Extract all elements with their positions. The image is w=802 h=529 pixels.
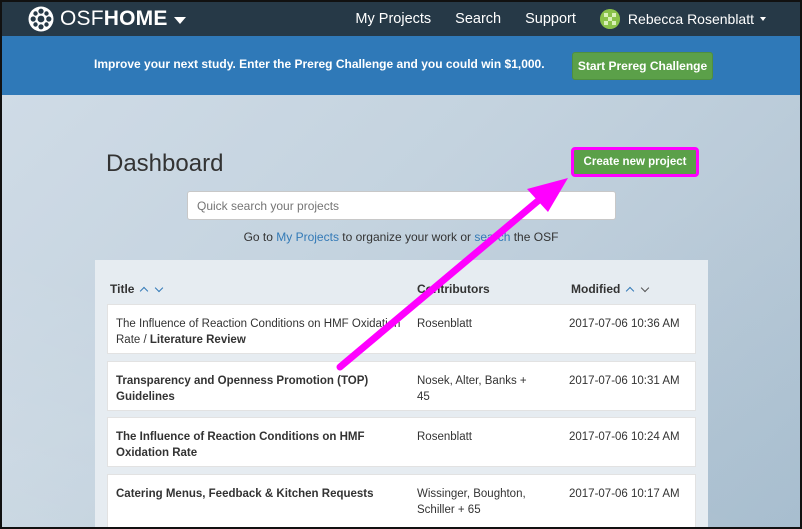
project-modified: 2017-07-06 10:31 AM: [569, 375, 680, 387]
table-row[interactable]: Transparency and Openness Promotion (TOP…: [107, 361, 696, 411]
table-row[interactable]: Catering Menus, Feedback & Kitchen Reque…: [107, 474, 696, 527]
header-contributors: Contributors: [417, 282, 490, 296]
prereg-banner: Improve your next study. Enter the Prere…: [2, 36, 800, 95]
projects-table: Title Contributors Modified The Influenc…: [95, 260, 708, 527]
quick-search-input[interactable]: [187, 191, 616, 220]
header-title: Title: [110, 282, 164, 296]
project-contributors: Wissinger, Boughton, Schiller + 65: [417, 488, 526, 516]
project-contributors: Rosenblatt: [417, 318, 472, 330]
dashboard-main: Dashboard Create new project Go to My Pr…: [2, 95, 800, 527]
sort-ascending-icon[interactable]: [140, 286, 149, 295]
project-title: Catering Menus, Feedback & Kitchen Reque…: [116, 488, 374, 500]
goto-middle: to organize your work or: [338, 230, 475, 244]
browser-frame: OSFHOME My Projects Search Support Rebec…: [0, 0, 802, 529]
sort-ascending-icon[interactable]: [626, 286, 635, 295]
goto-suffix: the OSF: [510, 230, 559, 244]
table-row[interactable]: The Influence of Reaction Conditions on …: [107, 304, 696, 354]
goto-text: Go to My Projects to organize your work …: [2, 230, 800, 244]
sort-descending-icon[interactable]: [155, 283, 164, 292]
start-prereg-challenge-button[interactable]: Start Prereg Challenge: [572, 52, 713, 80]
project-modified: 2017-07-06 10:24 AM: [569, 431, 680, 443]
osf-home-brand[interactable]: OSFHOME: [28, 6, 186, 32]
nav-search[interactable]: Search: [455, 11, 501, 27]
nav-my-projects[interactable]: My Projects: [355, 11, 431, 27]
create-new-project-button[interactable]: Create new project: [571, 147, 699, 177]
header-modified-label: Modified: [571, 282, 621, 296]
brand-home: HOME: [103, 7, 168, 30]
project-title: The Influence of Reaction Conditions on …: [116, 431, 365, 459]
banner-text: Improve your next study. Enter the Prere…: [94, 57, 545, 71]
page-title: Dashboard: [106, 150, 224, 177]
project-title: Transparency and Openness Promotion (TOP…: [116, 375, 369, 403]
user-menu[interactable]: Rebecca Rosenblatt: [599, 9, 766, 29]
top-navbar: OSFHOME My Projects Search Support Rebec…: [2, 2, 800, 36]
nav-links: My Projects Search Support Rebecca Rosen…: [355, 2, 800, 36]
project-title-bold: Literature Review: [149, 333, 246, 346]
nav-support[interactable]: Support: [525, 11, 576, 27]
caret-down-icon: [173, 17, 186, 24]
project-title: The Influence of Reaction Conditions on …: [116, 317, 406, 348]
osf-logo-icon: [28, 6, 54, 32]
header-modified: Modified: [571, 282, 650, 296]
search-osf-link[interactable]: search: [474, 230, 510, 244]
brand-text: OSFHOME: [60, 7, 168, 31]
project-contributors: Rosenblatt: [417, 431, 472, 443]
header-title-label: Title: [110, 282, 135, 296]
project-contributors: Nosek, Alter, Banks + 45: [417, 375, 527, 403]
header-contributors-label: Contributors: [417, 282, 490, 296]
project-modified: 2017-07-06 10:17 AM: [569, 488, 680, 500]
my-projects-link[interactable]: My Projects: [276, 230, 339, 244]
project-modified: 2017-07-06 10:36 AM: [569, 318, 680, 330]
table-row[interactable]: The Influence of Reaction Conditions on …: [107, 417, 696, 467]
avatar: [599, 9, 620, 29]
goto-prefix: Go to: [243, 230, 277, 244]
user-name: Rebecca Rosenblatt: [627, 11, 754, 27]
caret-down-icon: [760, 17, 766, 21]
sort-descending-icon[interactable]: [641, 283, 650, 292]
brand-osf: OSF: [60, 7, 104, 30]
